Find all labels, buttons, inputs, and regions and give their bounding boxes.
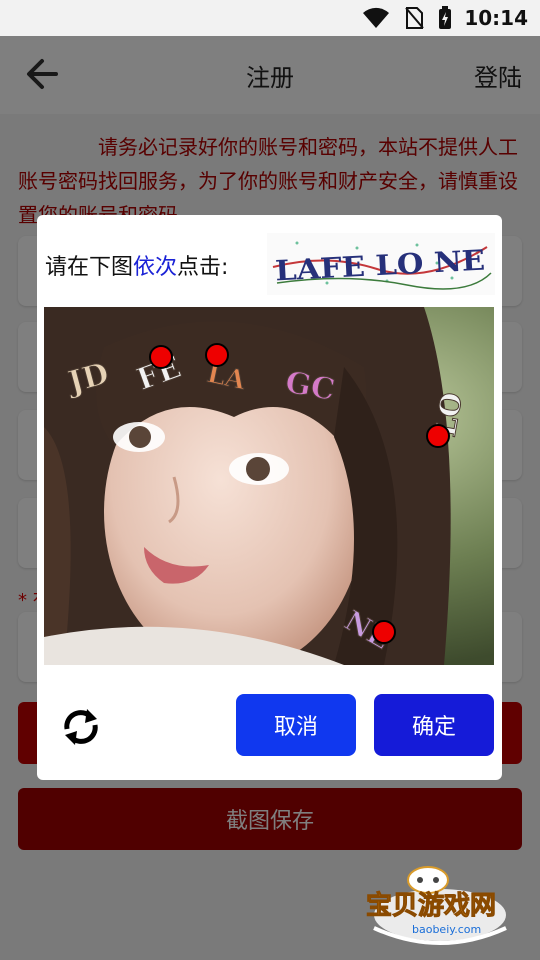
cancel-button[interactable]: 取消 [236,694,356,756]
confirm-button[interactable]: 确定 [374,694,494,756]
captcha-dialog: 请在下图依次点击: LAFE LO NE JD FE LA GC LO NE 取… [37,215,502,780]
no-sim-icon [405,7,424,29]
watermark-url: baobeiy.com [412,923,481,936]
prompt-prefix: 请在下图 [45,255,134,280]
prompt-suffix: 点击: [177,255,229,280]
captcha-photo[interactable]: JD FE LA GC LO NE [44,307,494,665]
watermark-logo: 宝贝游戏网 baobeiy.com [366,866,507,945]
status-bar: 10:14 [0,0,540,36]
click-marker-1 [149,345,173,369]
watermark-title: 宝贝游戏网 [366,890,496,921]
wifi-icon [363,7,389,28]
refresh-icon[interactable] [61,707,101,747]
click-marker-2 [205,343,229,367]
click-marker-3 [426,424,450,448]
battery-charging-icon [439,6,451,29]
click-marker-4 [372,620,396,644]
status-time: 10:14 [464,6,528,30]
status-icons [362,6,452,30]
prompt-emphasis: 依次 [133,255,178,280]
captcha-sequence-image: LAFE LO NE [267,233,495,295]
captcha-prompt: 请在下图依次点击: [45,249,228,281]
